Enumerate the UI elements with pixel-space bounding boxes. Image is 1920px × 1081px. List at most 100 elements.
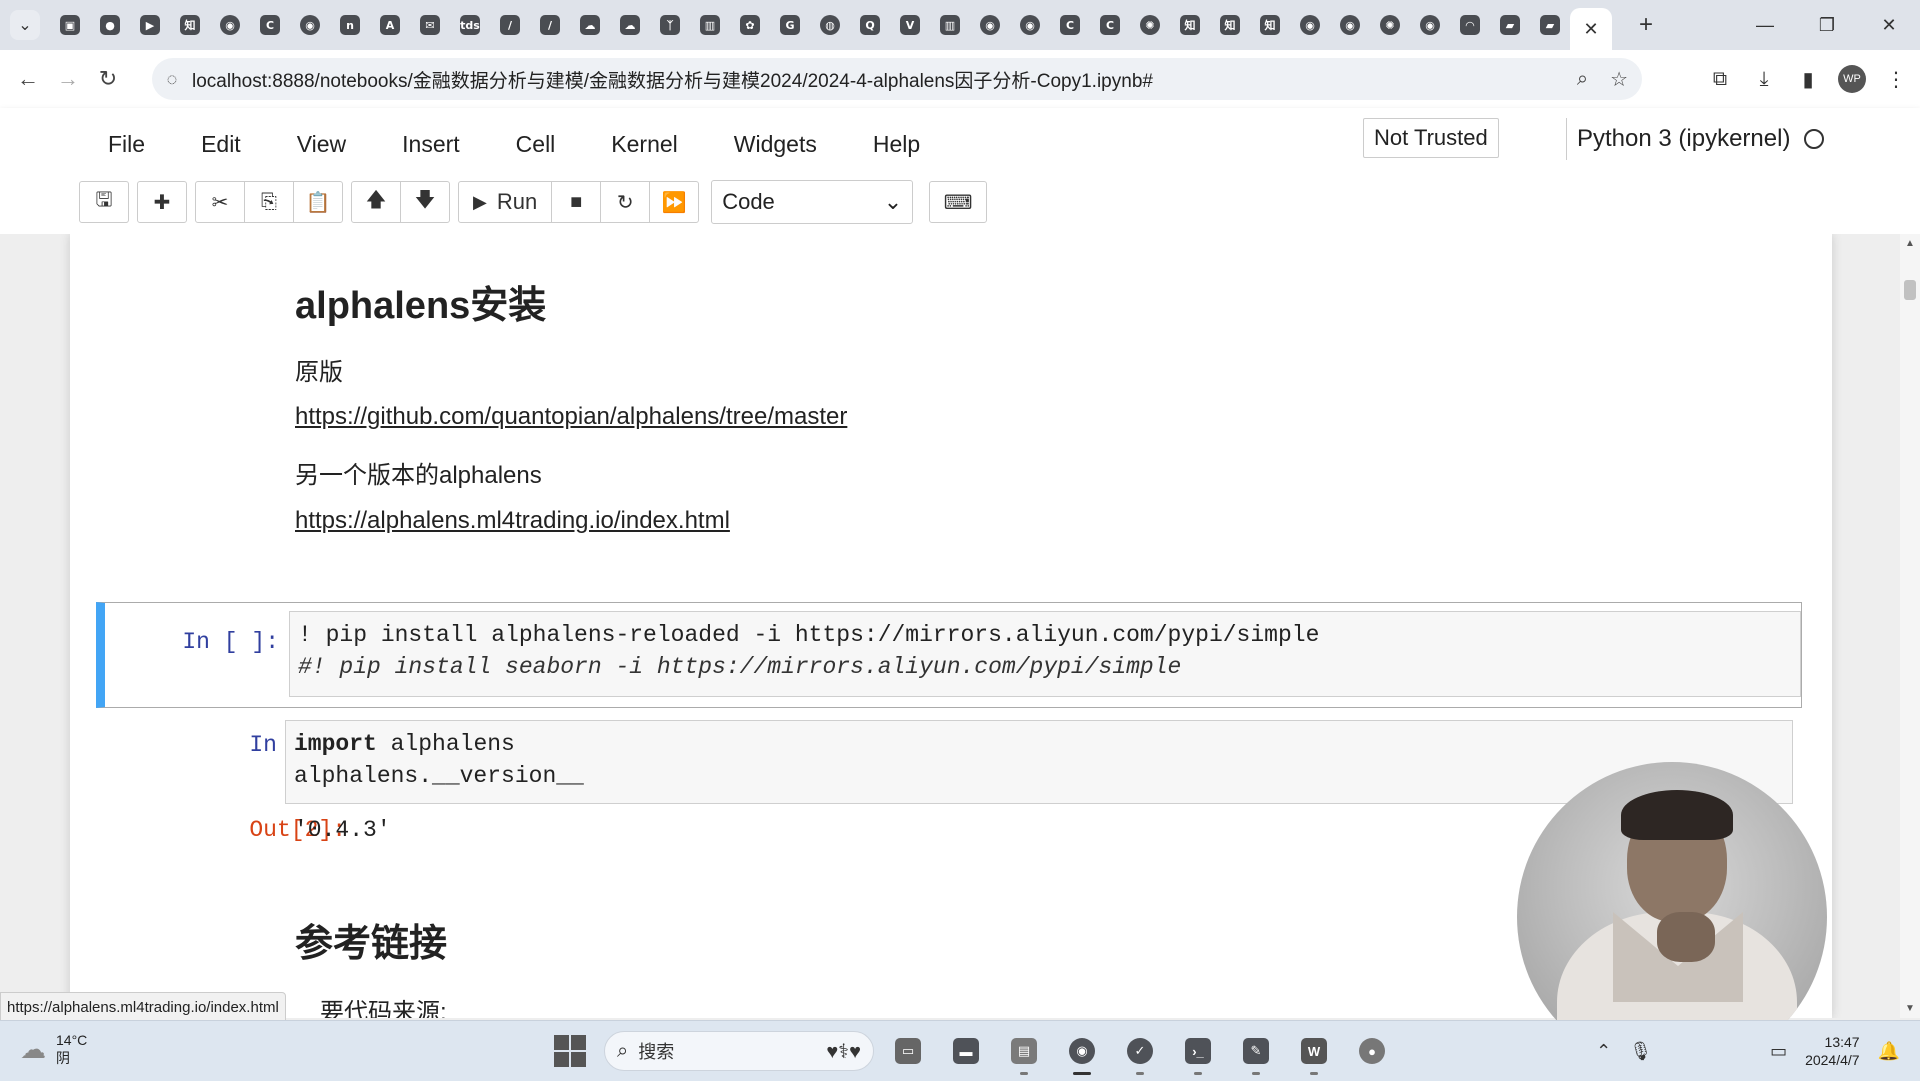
extensions-puzzle-icon[interactable]: ⧉ xyxy=(1706,65,1734,93)
bookmark-star-icon[interactable]: ☆ xyxy=(1610,67,1628,92)
profile-avatar-icon[interactable]: WP xyxy=(1838,65,1866,93)
cut-scissors-icon[interactable]: ✂ xyxy=(195,181,245,223)
pinned-tab[interactable]: ◍ xyxy=(810,5,850,45)
pinned-tab[interactable]: ▣ xyxy=(50,5,90,45)
save-icon[interactable]: 🖫 xyxy=(79,181,129,223)
file-explorer-icon[interactable]: ▤ xyxy=(1004,1031,1044,1075)
pinned-tab[interactable]: ◉ xyxy=(1290,5,1330,45)
pinned-tab[interactable]: ◉ xyxy=(210,5,250,45)
pinned-tab[interactable]: ◉ xyxy=(1330,5,1370,45)
site-info-icon[interactable]: ◌ xyxy=(152,69,192,90)
move-down-arrow-icon[interactable]: 🡇 xyxy=(400,181,450,223)
move-up-arrow-icon[interactable]: 🡅 xyxy=(351,181,401,223)
pinned-tab[interactable]: n xyxy=(330,5,370,45)
weather-widget[interactable]: ☁ 14°C 阴 xyxy=(20,1031,87,1067)
run-button[interactable]: ▶ Run xyxy=(458,181,553,223)
pinned-tab[interactable]: / xyxy=(530,5,570,45)
insert-cell-plus-icon[interactable]: ✚ xyxy=(137,181,187,223)
pinned-tab[interactable]: ◉ xyxy=(1010,5,1050,45)
vertical-scrollbar[interactable]: ▲ ▼ xyxy=(1900,234,1920,1018)
pinned-tab[interactable]: ▶ xyxy=(130,5,170,45)
terminal-app-icon[interactable]: ▬ xyxy=(946,1031,986,1071)
restart-icon[interactable]: ↻ xyxy=(600,181,651,223)
menu-widgets[interactable]: Widgets xyxy=(706,131,845,158)
powershell-app-icon[interactable]: ›_ xyxy=(1178,1031,1218,1075)
minimize-icon[interactable]: — xyxy=(1734,0,1796,50)
pinned-tab[interactable]: V xyxy=(890,5,930,45)
network-icon[interactable]: ▭ xyxy=(1770,1041,1787,1062)
pinned-tab[interactable]: tds xyxy=(450,5,490,45)
vscode-app-icon[interactable]: ✓ xyxy=(1120,1031,1160,1075)
forward-arrow-icon[interactable]: → xyxy=(48,59,88,99)
fast-forward-icon[interactable]: ⏩ xyxy=(649,181,700,223)
kernel-name[interactable]: Python 3 (ipykernel) xyxy=(1577,125,1790,153)
back-arrow-icon[interactable]: ← xyxy=(8,59,48,99)
task-view-icon[interactable]: ▭ xyxy=(888,1031,928,1071)
pinned-tab[interactable]: C xyxy=(1090,5,1130,45)
reload-icon[interactable]: ↻ xyxy=(88,59,128,99)
menu-kernel[interactable]: Kernel xyxy=(583,131,705,158)
code-editor[interactable]: ! pip install alphalens-reloaded -i http… xyxy=(289,611,1801,697)
menu-edit[interactable]: Edit xyxy=(173,131,269,158)
chrome-app-icon[interactable]: ◉ xyxy=(1062,1031,1102,1075)
notification-bell-icon[interactable]: 🔔 xyxy=(1878,1041,1900,1062)
pinned-tab[interactable]: ● xyxy=(90,5,130,45)
microphone-icon[interactable]: 🎙 xyxy=(1629,1041,1652,1062)
more-menu-icon[interactable]: ⋮ xyxy=(1882,65,1910,93)
code-cell-pip-install[interactable]: In [ ]: ! pip install alphalens-reloaded… xyxy=(96,602,1802,708)
stop-square-icon[interactable]: ■ xyxy=(551,181,602,223)
cell-type-select[interactable]: Code ⌄ xyxy=(711,180,914,224)
link-github-alphalens[interactable]: https://github.com/quantopian/alphalens/… xyxy=(295,403,847,431)
pinned-tab[interactable]: C xyxy=(1050,5,1090,45)
recorder-app-icon[interactable]: ● xyxy=(1352,1031,1392,1071)
pinned-tab[interactable]: ▰ xyxy=(1490,5,1530,45)
pinned-tab[interactable]: G xyxy=(770,5,810,45)
active-tab-close-icon[interactable]: ✕ xyxy=(1570,8,1612,50)
zoom-icon[interactable]: ⌕ xyxy=(1577,68,1588,91)
not-trusted-button[interactable]: Not Trusted xyxy=(1363,118,1499,158)
clock[interactable]: 13:47 2024/4/7 xyxy=(1805,1033,1860,1069)
new-tab-plus-icon[interactable]: + xyxy=(1626,5,1666,45)
taskbar-search[interactable]: ⌕ 搜索 ♥⚕♥ xyxy=(604,1031,874,1071)
paste-icon[interactable]: 📋 xyxy=(293,181,343,223)
menu-view[interactable]: View xyxy=(269,131,374,158)
sidebar-icon[interactable]: ▮ xyxy=(1794,65,1822,93)
pinned-tab[interactable]: ✺ xyxy=(1130,5,1170,45)
scroll-thumb[interactable] xyxy=(1904,280,1916,300)
url-text[interactable]: localhost:8888/notebooks/金融数据分析与建模/金融数据分… xyxy=(192,66,1153,93)
pinned-tab[interactable]: ▥ xyxy=(930,5,970,45)
pinned-tab[interactable]: ◉ xyxy=(1410,5,1450,45)
tab-search-chevron-icon[interactable]: ⌄ xyxy=(10,10,40,40)
pinned-tab[interactable]: / xyxy=(490,5,530,45)
pinned-tab[interactable]: ✺ xyxy=(1370,5,1410,45)
windows-start-icon[interactable] xyxy=(554,1035,586,1067)
pen-app-icon[interactable]: ✎ xyxy=(1236,1031,1276,1075)
omnibox[interactable]: ◌ localhost:8888/notebooks/金融数据分析与建模/金融数… xyxy=(152,58,1642,100)
menu-help[interactable]: Help xyxy=(845,131,948,158)
pinned-tab[interactable]: C xyxy=(250,5,290,45)
keyboard-icon[interactable]: ⌨ xyxy=(929,181,988,223)
pinned-tab[interactable]: ◉ xyxy=(970,5,1010,45)
download-icon[interactable]: ⤓ xyxy=(1750,65,1778,93)
pinned-tab[interactable]: 知 xyxy=(1210,5,1250,45)
pinned-tab[interactable]: 知 xyxy=(1250,5,1290,45)
link-ml4trading[interactable]: https://alphalens.ml4trading.io/index.ht… xyxy=(295,507,730,535)
menu-insert[interactable]: Insert xyxy=(374,131,488,158)
tray-chevron-up-icon[interactable]: ⌃ xyxy=(1596,1041,1611,1062)
pinned-tab[interactable]: ☁ xyxy=(610,5,650,45)
copy-icon[interactable]: ⎘ xyxy=(244,181,294,223)
menu-cell[interactable]: Cell xyxy=(488,131,584,158)
wps-app-icon[interactable]: W xyxy=(1294,1031,1334,1075)
pinned-tab[interactable]: ☁ xyxy=(570,5,610,45)
scroll-up-icon[interactable]: ▲ xyxy=(1900,238,1920,249)
pinned-tab[interactable]: 知 xyxy=(1170,5,1210,45)
pinned-tab[interactable]: ▥ xyxy=(690,5,730,45)
pinned-tab[interactable]: Q xyxy=(850,5,890,45)
code-editor-import[interactable]: import alphalens alphalens.__version__ xyxy=(285,720,1793,804)
restore-icon[interactable]: ❐ xyxy=(1796,0,1858,50)
pinned-tab[interactable]: ✉ xyxy=(410,5,450,45)
pinned-tab[interactable]: A xyxy=(370,5,410,45)
close-window-icon[interactable]: ✕ xyxy=(1858,0,1920,50)
pinned-tab[interactable]: ◠ xyxy=(1450,5,1490,45)
pinned-tab[interactable]: ◉ xyxy=(290,5,330,45)
